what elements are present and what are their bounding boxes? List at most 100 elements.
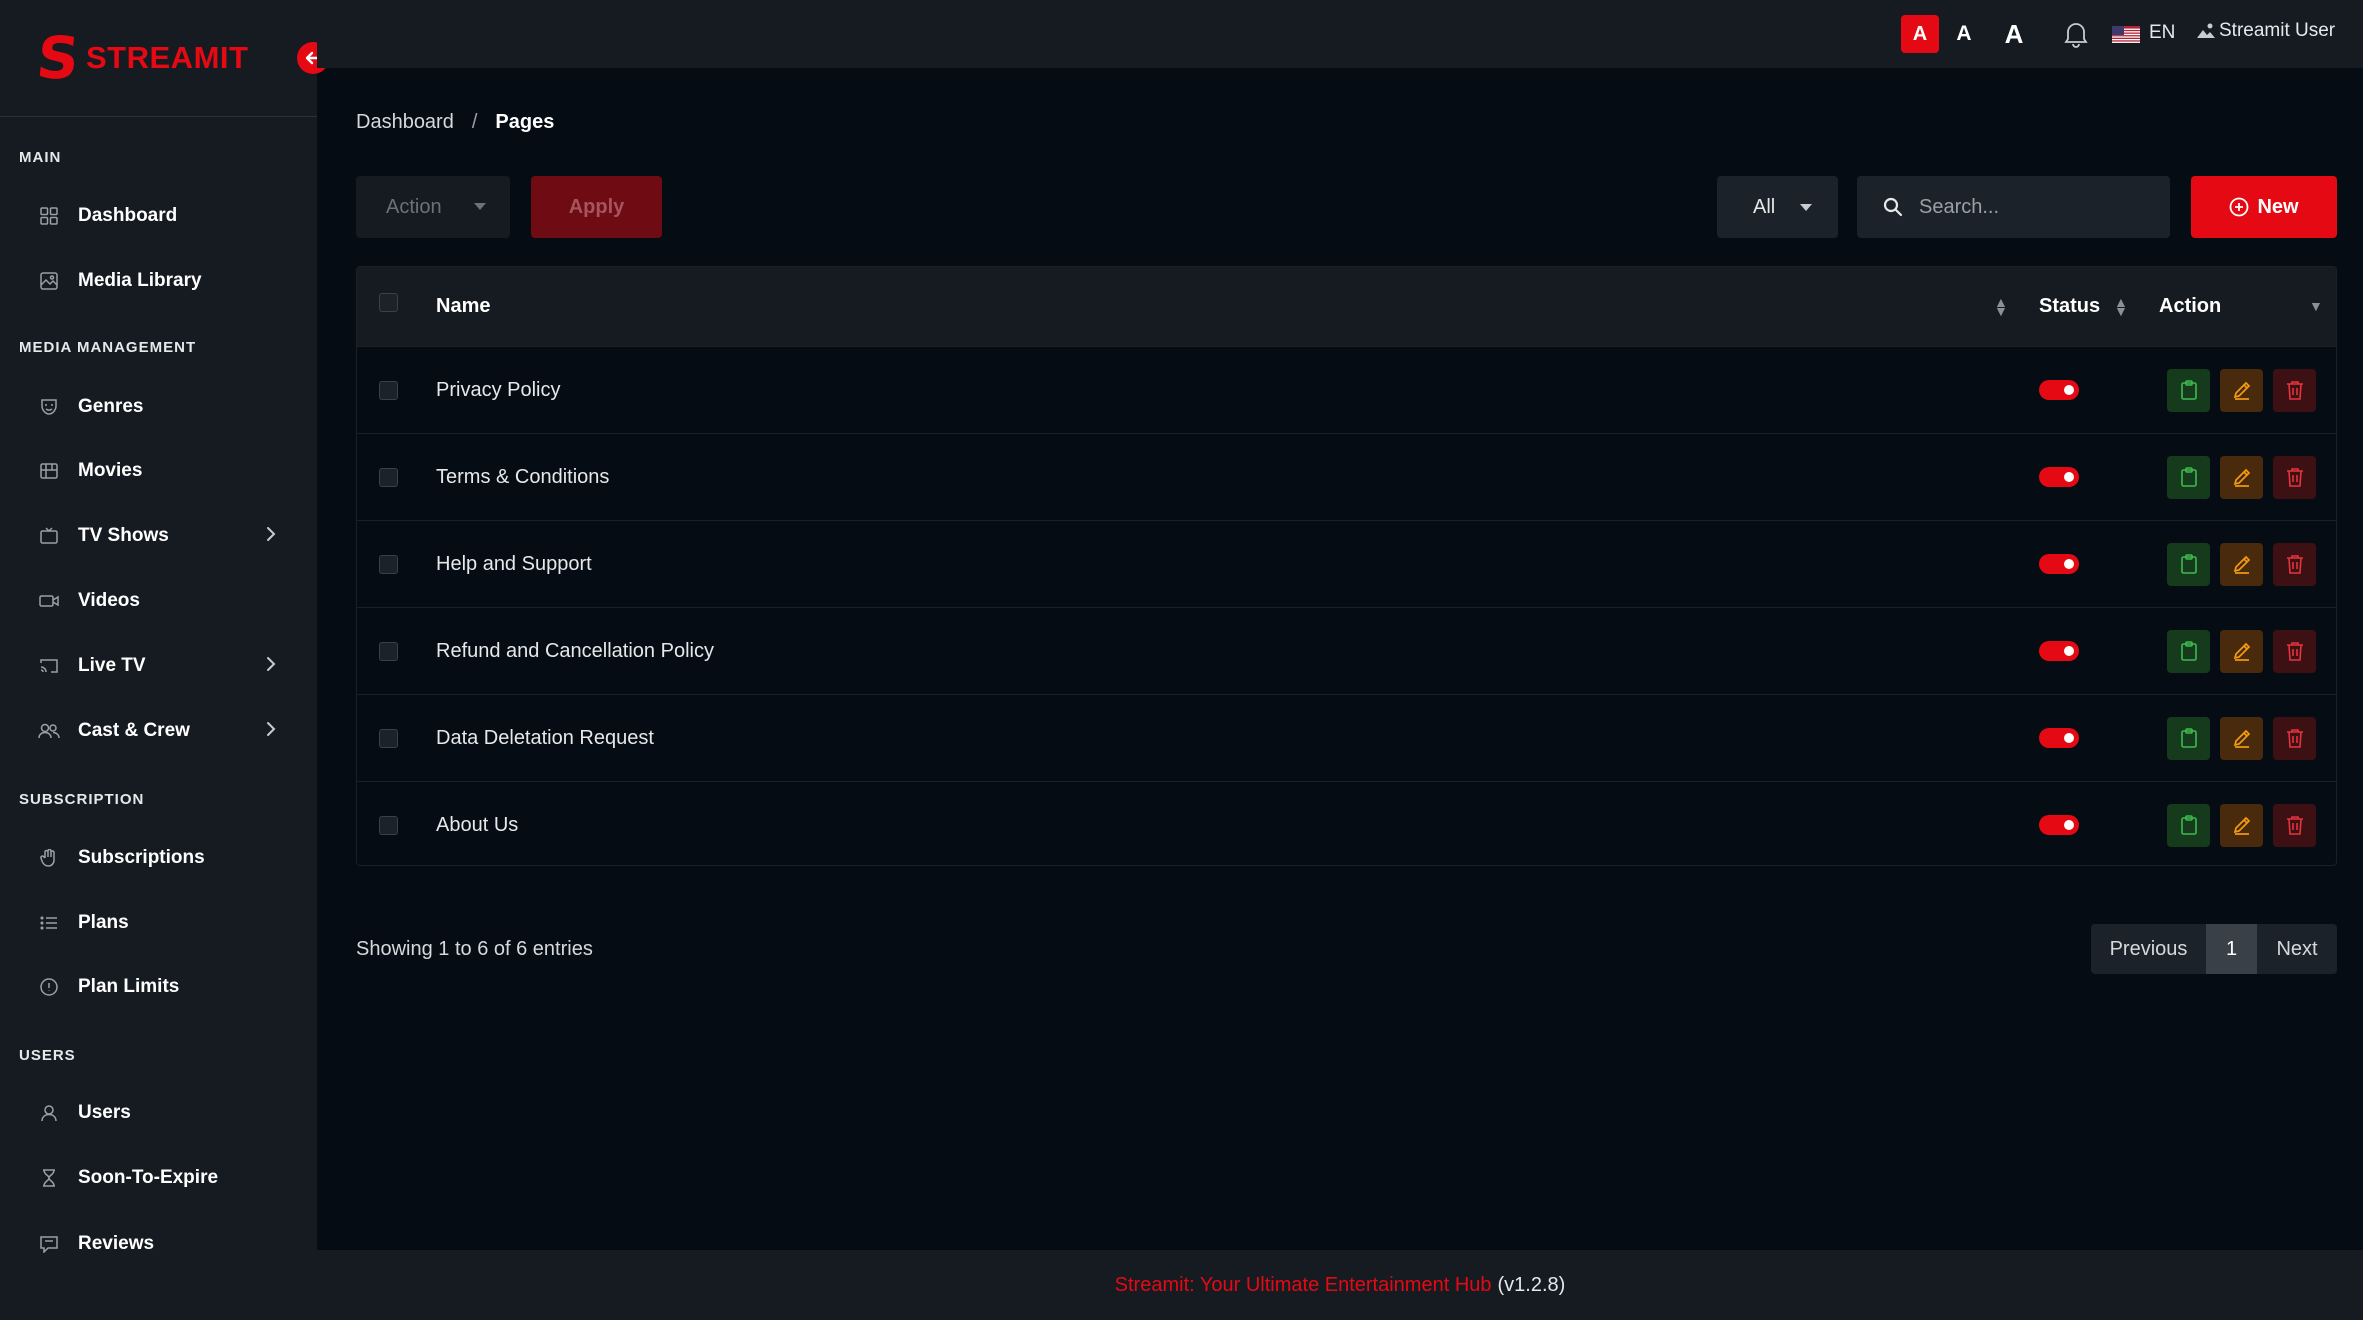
row-checkbox[interactable] [379,554,398,574]
search-input[interactable] [1919,195,2149,219]
sidebar-item-movies[interactable]: Movies [38,451,317,491]
clipboard-button[interactable] [2167,803,2210,847]
chevron-right-icon [265,718,277,744]
sidebar-item-live-tv[interactable]: Live TV [38,646,317,686]
status-toggle[interactable] [2039,728,2079,748]
clipboard-icon [2180,554,2197,574]
section-main: MAIN [19,149,62,166]
clipboard-icon [2180,728,2197,748]
trash-icon [2286,729,2303,748]
next-page-button[interactable]: Next [2257,924,2337,974]
sidebar-item-label: Dashboard [78,205,178,226]
row-checkbox[interactable] [379,815,398,835]
sort-down-icon[interactable]: ▼ [2309,299,2323,313]
clipboard-button[interactable] [2167,716,2210,760]
section-users: USERS [19,1047,76,1064]
row-checkbox[interactable] [379,380,398,400]
clipboard-button[interactable] [2167,629,2210,673]
edit-button[interactable] [2220,542,2263,586]
status-toggle[interactable] [2039,815,2079,835]
list-icon [38,912,60,934]
edit-button[interactable] [2220,368,2263,412]
edit-button[interactable] [2220,455,2263,499]
sidebar-item-label: Users [78,1102,131,1123]
search-box [1857,176,2170,238]
page-1-button[interactable]: 1 [2206,924,2257,974]
sidebar-item-label: Subscriptions [78,847,205,868]
review-icon [38,1233,60,1255]
clipboard-icon [2180,815,2197,835]
font-size-medium-button[interactable]: A [1949,15,1979,53]
edit-button[interactable] [2220,803,2263,847]
new-button-label: New [2257,195,2299,218]
language-selector[interactable]: EN [2149,22,2175,44]
row-checkbox[interactable] [379,467,398,487]
delete-button[interactable] [2273,629,2316,673]
font-size-small-button[interactable]: A [1901,15,1939,53]
tv-icon [38,525,60,547]
sidebar-item-dashboard[interactable]: Dashboard [38,196,317,236]
edit-button[interactable] [2220,629,2263,673]
delete-button[interactable] [2273,368,2316,412]
previous-page-button[interactable]: Previous [2091,924,2206,974]
status-toggle[interactable] [2039,554,2079,574]
footer-link[interactable]: Streamit: Your Ultimate Entertainment Hu… [1115,1274,1492,1297]
sidebar-item-label: Soon-To-Expire [78,1167,219,1188]
entries-summary: Showing 1 to 6 of 6 entries [356,938,593,960]
row-checkbox[interactable] [379,641,398,661]
sidebar-item-label: Reviews [78,1233,155,1254]
sort-icon[interactable]: ▲ ▼ [1994,295,2008,318]
column-header-action: Action [2159,295,2222,317]
image-icon [38,270,60,292]
mask-icon [38,396,60,418]
clipboard-button[interactable] [2167,542,2210,586]
sidebar-item-label: Media Library [78,270,202,291]
sidebar-item-cast-crew[interactable]: Cast & Crew [38,711,317,751]
user-icon [38,1102,60,1124]
row-checkbox[interactable] [379,728,398,748]
sidebar-item-reviews[interactable]: Reviews [38,1224,317,1264]
video-icon [38,590,60,612]
breadcrumb-dashboard[interactable]: Dashboard [356,111,454,134]
delete-button[interactable] [2273,803,2316,847]
edit-button[interactable] [2220,716,2263,760]
sidebar-item-users[interactable]: Users [38,1093,317,1133]
section-subscription: SUBSCRIPTION [19,791,145,808]
column-header-status[interactable]: Status [2039,295,2100,318]
sidebar-item-subscriptions[interactable]: Subscriptions [38,838,317,878]
delete-button[interactable] [2273,455,2316,499]
pencil-icon [2233,468,2250,487]
sidebar-item-soon-to-expire[interactable]: Soon-To-Expire [38,1158,317,1198]
apply-button[interactable]: Apply [531,176,662,238]
user-name: Streamit User [2219,20,2336,41]
status-toggle[interactable] [2039,380,2079,400]
bell-icon[interactable] [2063,20,2089,48]
bulk-action-select[interactable]: Action [356,176,510,238]
clipboard-button[interactable] [2167,368,2210,412]
column-header-name[interactable]: Name [436,295,490,318]
table-row: Terms & Conditions [357,433,2336,520]
new-button[interactable]: New [2191,176,2337,238]
clipboard-button[interactable] [2167,455,2210,499]
status-toggle[interactable] [2039,641,2079,661]
brand[interactable]: S STREAMIT [0,0,329,117]
us-flag-icon[interactable] [2112,26,2140,43]
sidebar-item-genres[interactable]: Genres [38,387,317,427]
sidebar-item-plan-limits[interactable]: Plan Limits [38,967,317,1007]
status-filter-select[interactable]: All [1717,176,1838,238]
table-row: Privacy Policy [357,346,2336,433]
cast-icon [38,655,60,677]
delete-button[interactable] [2273,716,2316,760]
user-menu[interactable]: Streamit User [2195,20,2335,42]
sidebar-item-plans[interactable]: Plans [38,903,317,943]
delete-button[interactable] [2273,542,2316,586]
font-size-large-button[interactable]: A [1997,15,2031,53]
sort-icon[interactable]: ▲ ▼ [2114,295,2128,318]
chevron-right-icon [265,523,277,549]
sidebar-item-tv-shows[interactable]: TV Shows [38,516,317,556]
clipboard-icon [2180,467,2197,487]
sidebar-item-videos[interactable]: Videos [38,581,317,621]
status-toggle[interactable] [2039,467,2079,487]
sidebar-item-media-library[interactable]: Media Library [38,261,317,301]
select-all-checkbox[interactable] [379,293,398,312]
